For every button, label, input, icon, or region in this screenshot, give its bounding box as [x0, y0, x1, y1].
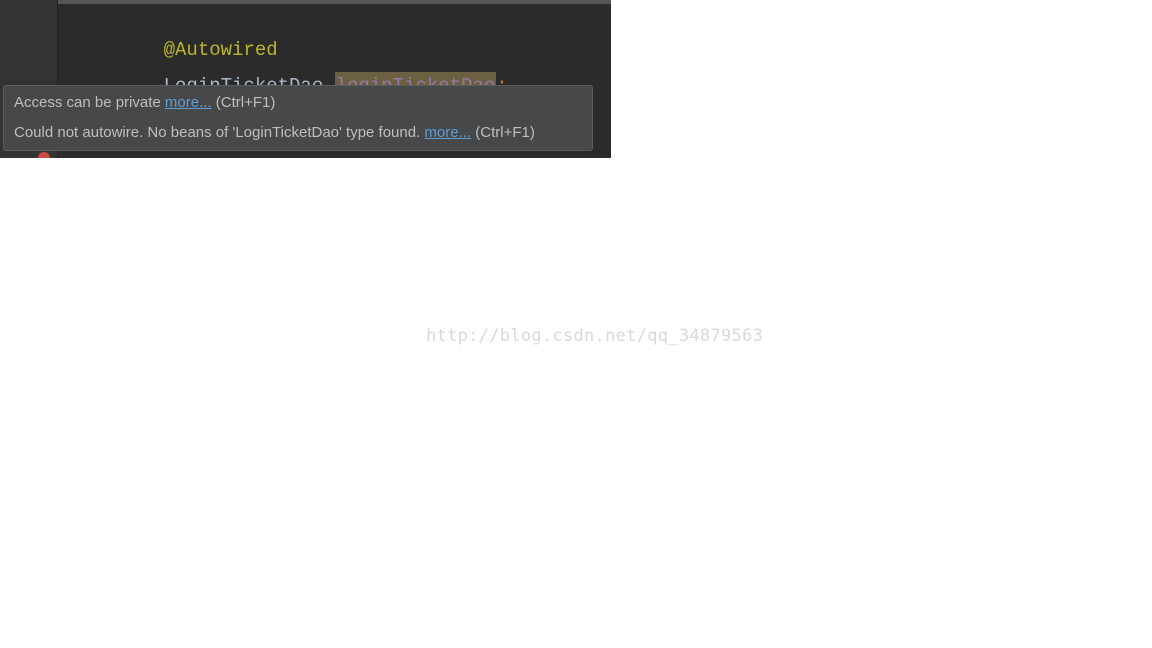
inspection-row-1: Access can be private more... (Ctrl+F1): [4, 88, 592, 118]
code-editor-area: @Autowired LoginTicketDao loginTicketDao…: [0, 0, 611, 158]
inspection-message-2: Could not autowire. No beans of 'LoginTi…: [14, 124, 424, 141]
editor-top-edge: [58, 0, 611, 4]
error-marker-icon[interactable]: [38, 152, 50, 158]
inspection-more-link-2[interactable]: more...: [424, 124, 471, 141]
inspection-shortcut-2: (Ctrl+F1): [471, 124, 535, 141]
inspection-tooltip: Access can be private more... (Ctrl+F1) …: [3, 85, 593, 151]
inspection-more-link-1[interactable]: more...: [165, 94, 212, 111]
inspection-row-2: Could not autowire. No beans of 'LoginTi…: [4, 118, 592, 148]
inspection-shortcut-1: (Ctrl+F1): [212, 94, 276, 111]
watermark-text: http://blog.csdn.net/qq_34879563: [426, 326, 763, 346]
inspection-message-1: Access can be private: [14, 94, 165, 111]
